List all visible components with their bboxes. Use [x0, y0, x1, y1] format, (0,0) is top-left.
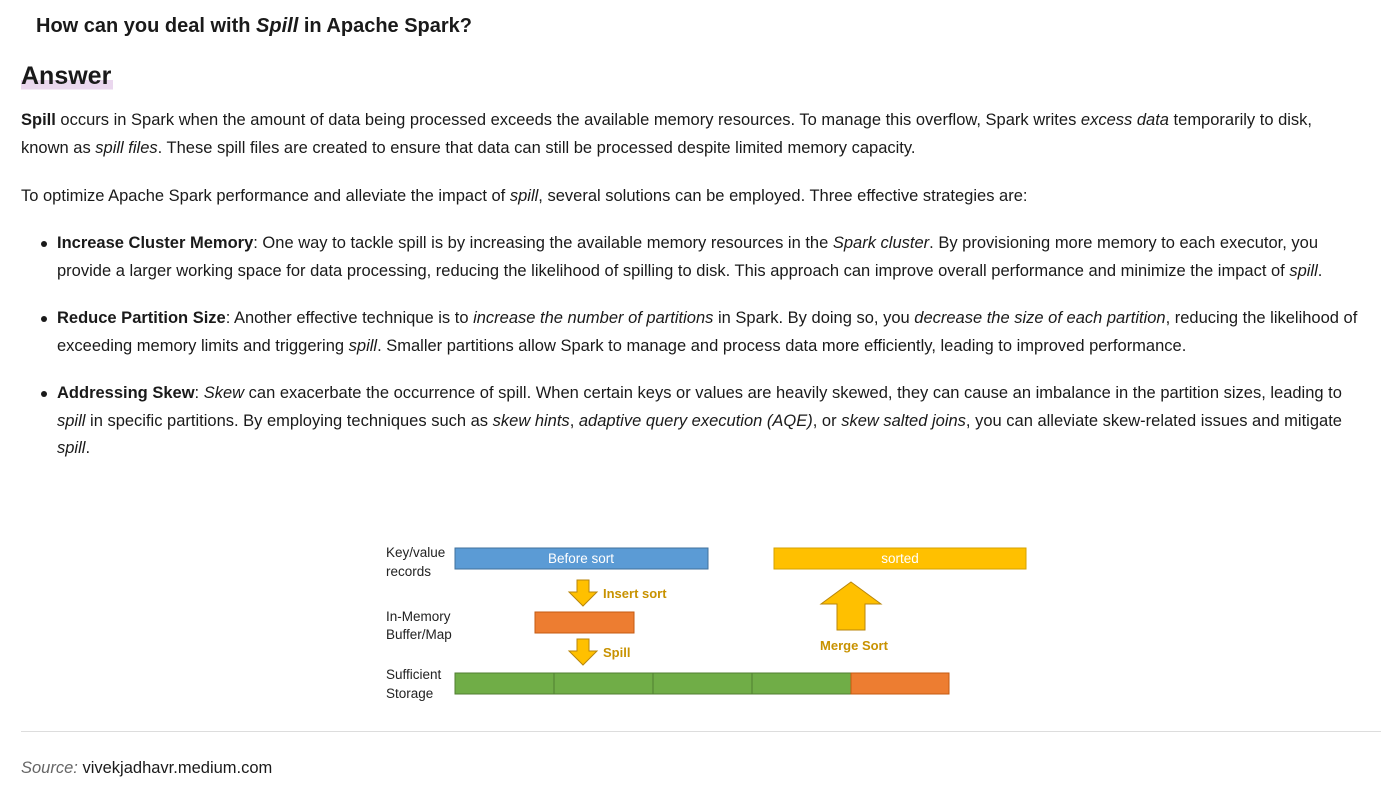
source-line: Source: vivekjadhavr.medium.com	[21, 756, 272, 780]
strategies-list: Increase Cluster Memory: One way to tack…	[21, 230, 1371, 463]
source-label: Source:	[21, 759, 78, 777]
storage-segment-green	[751, 672, 852, 695]
strategy-item-partition-size: Reduce Partition Size: Another effective…	[21, 305, 1371, 360]
text-run: , several solutions can be employed. Thr…	[538, 187, 1028, 205]
strategy-item-cluster-memory: Increase Cluster Memory: One way to tack…	[21, 230, 1371, 285]
spill-arrow-icon	[567, 638, 599, 666]
row-label-line: Storage	[386, 686, 433, 701]
text-run: . These spill files are created to ensur…	[157, 139, 916, 157]
row-label-storage: Sufficient Storage	[386, 667, 445, 701]
text-run: can exacerbate the occurrence of spill. …	[244, 384, 1342, 402]
text-run: ,	[569, 411, 579, 430]
text-run: in Spark. By doing so, you	[713, 309, 915, 327]
text-run: occurs in Spark when the amount of data …	[55, 111, 1081, 129]
merge-sort-arrow-icon	[819, 581, 883, 631]
row-label-line: In-Memory	[386, 609, 451, 624]
storage-segment-green	[454, 672, 555, 695]
italic-run: spill	[348, 336, 378, 355]
text-run: : Another effective technique is to	[225, 309, 474, 327]
text-run: , or	[812, 411, 842, 430]
italic-run: excess data	[1080, 111, 1169, 129]
italic-run: skew hints	[492, 411, 570, 430]
text-run: .	[1317, 261, 1323, 280]
before-sort-label: Before sort	[548, 551, 614, 566]
text-run: . Smaller partitions allow Spark to mana…	[377, 336, 1187, 355]
merge-sort-label: Merge Sort	[820, 638, 889, 653]
italic-run: spill	[1289, 261, 1318, 280]
insert-sort-label: Insert sort	[603, 586, 667, 601]
strategy-title: Addressing Skew	[57, 384, 195, 402]
question-text: How can you deal with	[36, 15, 257, 37]
italic-run: increase the number of partitions	[473, 309, 714, 327]
question-text-end: in Apache Spark?	[298, 15, 473, 37]
divider	[21, 731, 1381, 732]
italic-run: adaptive query execution (AQE)	[578, 411, 813, 430]
row-label-line: records	[386, 564, 431, 579]
strategy-title: Increase Cluster Memory	[57, 234, 254, 252]
intro-paragraph: Spill occurs in Spark when the amount of…	[21, 106, 1341, 162]
sorted-label: sorted	[881, 551, 919, 566]
text-run: .	[85, 439, 91, 457]
answer-heading: Answer	[21, 60, 114, 92]
storage-segment-green	[652, 672, 753, 695]
text-run: , you can alleviate skew-related issues …	[965, 411, 1342, 430]
question-heading: How can you deal with Spill in Apache Sp…	[36, 12, 472, 40]
storage-segment-green	[553, 672, 654, 695]
italic-run: spill	[57, 411, 86, 430]
insert-sort-arrow-icon	[567, 579, 599, 607]
text-run: : One way to tackle spill is by increasi…	[253, 234, 833, 252]
row-label-records: Key/value records	[386, 545, 449, 579]
strategies-intro-paragraph: To optimize Apache Spark performance and…	[21, 182, 1341, 210]
spill-label: Spill	[603, 645, 630, 660]
row-label-line: Buffer/Map	[386, 627, 452, 642]
italic-run: Spark cluster	[832, 234, 930, 252]
in-memory-buffer-bar	[534, 611, 635, 634]
italic-run: spill	[57, 439, 86, 457]
page: How can you deal with Spill in Apache Sp…	[0, 0, 1390, 796]
strategy-item-skew: Addressing Skew: Skew can exacerbate the…	[21, 380, 1371, 463]
source-value: vivekjadhavr.medium.com	[82, 759, 273, 777]
italic-run: skew salted joins	[841, 411, 966, 430]
italic-run: Skew	[203, 384, 245, 402]
storage-segment-orange	[850, 672, 950, 695]
italic-run: spill files	[95, 139, 158, 157]
row-label-buffer: In-Memory Buffer/Map	[386, 609, 454, 642]
text-run: To optimize Apache Spark performance and…	[21, 187, 510, 205]
italic-run: decrease the size of each partition	[914, 309, 1166, 327]
question-emphasis: Spill	[256, 15, 299, 37]
text-run: in specific partitions. By employing tec…	[85, 411, 493, 430]
storage-bar	[454, 672, 950, 695]
row-label-line: Sufficient	[386, 667, 442, 682]
text-run: :	[194, 384, 204, 402]
italic-run: spill	[509, 187, 539, 205]
spill-term: Spill	[21, 111, 56, 129]
row-label-line: Key/value	[386, 545, 445, 560]
strategy-title: Reduce Partition Size	[57, 309, 226, 327]
